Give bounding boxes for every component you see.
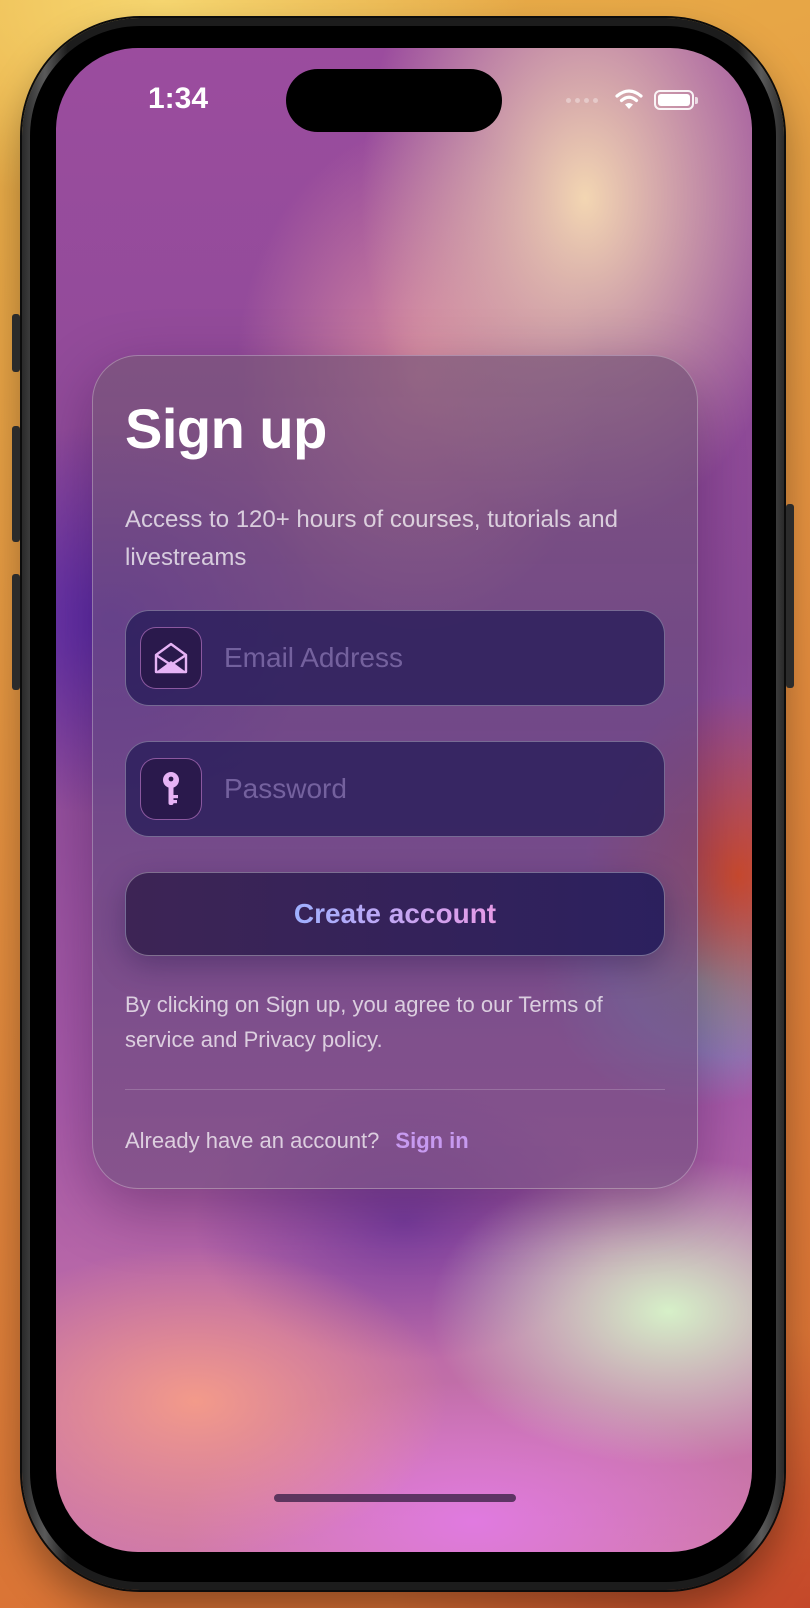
status-time: 1:34: [148, 82, 209, 115]
power-button: [786, 504, 794, 688]
status-indicators: [566, 86, 698, 114]
dynamic-island: [286, 69, 502, 132]
signin-link[interactable]: Sign in: [395, 1128, 468, 1154]
password-field[interactable]: [125, 741, 665, 837]
create-account-label: Create account: [293, 898, 497, 929]
screen: 1:34 Sign up Access to 120+ hours of cou…: [56, 48, 752, 1552]
legal-text: By clicking on Sign up, you agree to our…: [125, 992, 603, 1052]
cellular-signal-icon: [566, 97, 598, 103]
email-field[interactable]: [125, 610, 665, 706]
signin-prompt: Already have an account?: [125, 1128, 380, 1153]
page-title: Sign up: [125, 397, 327, 460]
key-icon: [140, 758, 202, 820]
home-indicator[interactable]: [274, 1494, 516, 1502]
envelope-open-icon: [140, 627, 202, 689]
wifi-icon: [615, 89, 643, 109]
signin-row: Already have an account? Sign in: [125, 1128, 469, 1154]
volume-up-button: [12, 426, 20, 542]
email-input[interactable]: [222, 611, 646, 705]
signup-card: Sign up Access to 120+ hours of courses,…: [92, 355, 698, 1189]
subtitle: Access to 120+ hours of courses, tutoria…: [125, 506, 618, 571]
action-button: [12, 314, 20, 372]
create-account-button[interactable]: Create account: [125, 872, 665, 956]
password-input[interactable]: [222, 742, 646, 836]
battery-icon: [654, 90, 698, 110]
divider: [125, 1089, 665, 1090]
volume-down-button: [12, 574, 20, 690]
